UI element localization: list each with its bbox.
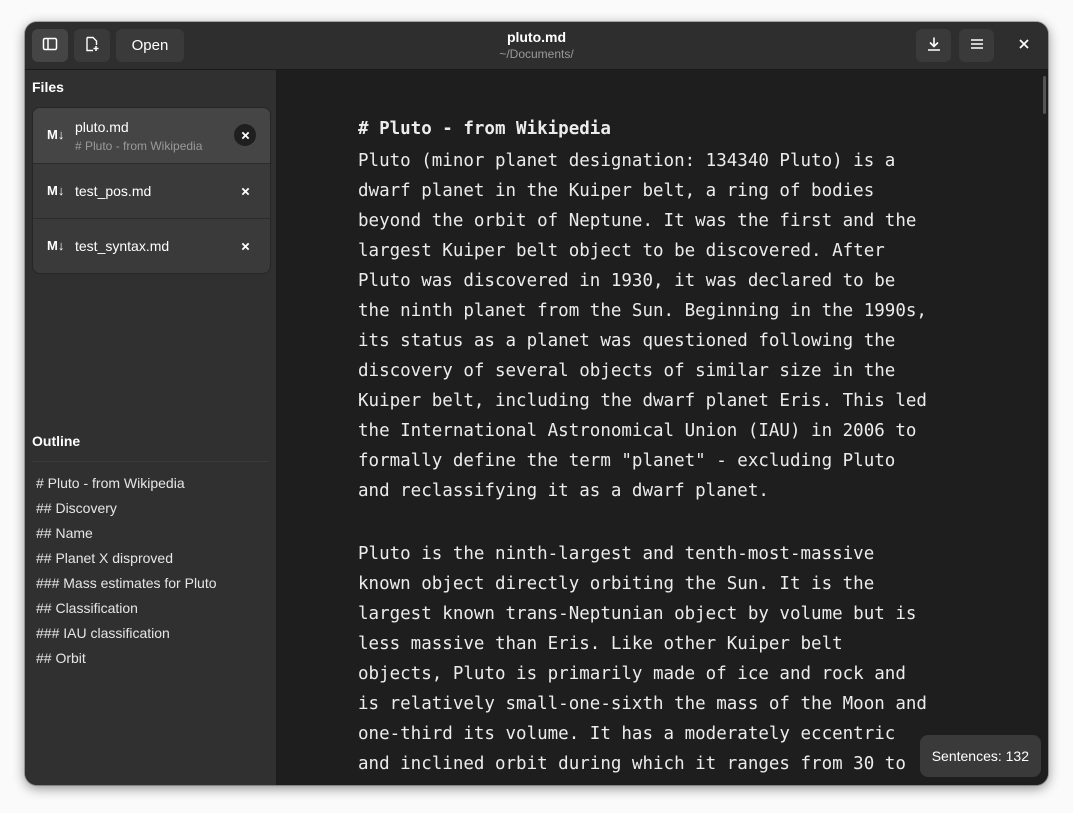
editor-area[interactable]: # Pluto - from Wikipedia Pluto (minor pl… (277, 70, 1048, 785)
file-item-name: test_pos.md (75, 183, 152, 199)
file-item-test-syntax[interactable]: M↓ test_syntax.md (33, 218, 270, 273)
files-section-title: Files (32, 79, 64, 95)
text-line: the International Astronomical Union (IA… (358, 421, 917, 441)
text-line: its status as a planet was questioned fo… (358, 331, 896, 351)
header-bar: Open pluto.md ~/Documents/ (25, 22, 1048, 70)
text-line: beyond the orbit of Neptune. It was the … (358, 211, 917, 231)
file-item-subtitle: # Pluto - from Wikipedia (75, 139, 203, 153)
window-close-button[interactable] (1007, 29, 1040, 62)
paragraph-2: Pluto is the ninth-largest and tenth-mos… (358, 539, 968, 779)
sidebar-toggle-icon (42, 36, 58, 56)
paragraph-1: Pluto (minor planet designation: 134340 … (358, 146, 968, 506)
outline-item[interactable]: ## Name (36, 521, 217, 546)
outline-item[interactable]: ## Planet X disproved (36, 546, 217, 571)
markdown-icon: M↓ (47, 127, 65, 142)
text-line: Pluto (minor planet designation: 134340 … (358, 151, 896, 171)
markdown-icon: M↓ (47, 238, 65, 253)
text-line: discovery of several objects of similar … (358, 361, 896, 381)
text-line: is relatively small-one-sixth the mass o… (358, 694, 927, 714)
text-line: largest Kuiper belt object to be discove… (358, 241, 885, 261)
close-icon (241, 187, 249, 195)
text-line: objects, Pluto is primarily made of ice … (358, 664, 906, 684)
files-list: M↓ pluto.md # Pluto - from Wikipedia M↓ … (32, 107, 271, 274)
close-file-button[interactable] (234, 124, 256, 146)
sentence-count-badge: Sentences: 132 (919, 735, 1041, 777)
open-button[interactable]: Open (116, 29, 184, 62)
sidebar: Files M↓ pluto.md # Pluto - from Wikiped… (25, 70, 277, 785)
text-line: formally define the term "planet" - excl… (358, 451, 896, 471)
close-file-button[interactable] (234, 235, 256, 257)
text-line: and inclined orbit during which it range… (358, 754, 906, 774)
editor-text[interactable]: # Pluto - from Wikipedia Pluto (minor pl… (358, 114, 968, 779)
text-line: and reclassifying it as a dwarf planet. (358, 481, 769, 501)
outline-item[interactable]: ## Discovery (36, 496, 217, 521)
open-button-label: Open (131, 37, 169, 54)
new-file-button[interactable] (74, 29, 110, 62)
file-item-test-pos[interactable]: M↓ test_pos.md (33, 163, 270, 219)
text-line: Pluto is the ninth-largest and tenth-mos… (358, 544, 875, 564)
text-line: less massive than Eris. Like other Kuipe… (358, 634, 843, 654)
markdown-icon: M↓ (47, 183, 65, 198)
text-line: Kuiper belt, including the dwarf planet … (358, 391, 927, 411)
outline-item[interactable]: ## Orbit (36, 646, 217, 671)
close-file-button[interactable] (234, 180, 256, 202)
close-icon (241, 242, 249, 250)
sentence-count-label: Sentences: 132 (931, 748, 1029, 764)
text-line: dwarf planet in the Kuiper belt, a ring … (358, 181, 875, 201)
hamburger-menu-icon (970, 37, 984, 55)
new-document-icon (84, 36, 100, 56)
scrollbar[interactable] (1043, 76, 1046, 114)
close-icon (1018, 37, 1030, 55)
file-item-pluto[interactable]: M↓ pluto.md # Pluto - from Wikipedia (33, 108, 270, 163)
outline-item[interactable]: # Pluto - from Wikipedia (36, 471, 217, 496)
outline-list: # Pluto - from Wikipedia ## Discovery ##… (36, 471, 217, 671)
main-menu-button[interactable] (959, 29, 994, 62)
text-line: largest known trans-Neptunian object by … (358, 604, 917, 624)
outline-divider (32, 461, 269, 462)
save-button[interactable] (916, 29, 951, 62)
file-item-name: test_syntax.md (75, 238, 170, 254)
outline-item[interactable]: ### IAU classification (36, 621, 217, 646)
app-window: Open pluto.md ~/Documents/ Files M↓ plut… (25, 22, 1048, 785)
text-line: the ninth planet from the Sun. Beginning… (358, 301, 927, 321)
text-line: one-third its volume. It has a moderatel… (358, 724, 896, 744)
document-heading: # Pluto - from Wikipedia (358, 119, 611, 139)
text-line: known object directly orbiting the Sun. … (358, 574, 875, 594)
outline-item[interactable]: ### Mass estimates for Pluto (36, 571, 217, 596)
close-icon (241, 131, 249, 139)
outline-section-title: Outline (32, 433, 81, 449)
download-icon (926, 36, 942, 56)
outline-item[interactable]: ## Classification (36, 596, 217, 621)
file-item-name: pluto.md (75, 119, 129, 135)
text-line: Pluto was discovered in 1930, it was dec… (358, 271, 896, 291)
sidebar-toggle-button[interactable] (32, 29, 68, 62)
